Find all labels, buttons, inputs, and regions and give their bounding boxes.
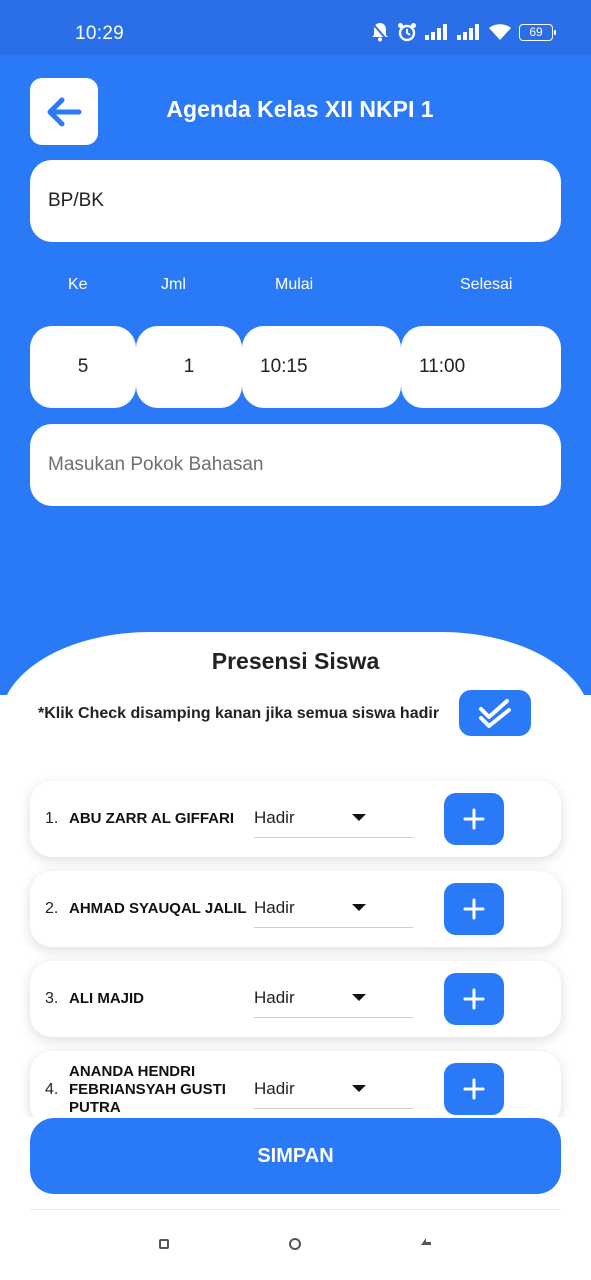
status-dropdown[interactable]: Hadir <box>254 980 413 1018</box>
chevron-down-icon <box>352 994 366 1001</box>
jml-field[interactable]: 1 <box>136 326 242 408</box>
navigation-bar <box>0 1222 591 1266</box>
back-button[interactable] <box>30 78 98 145</box>
student-row: 2. AHMAD SYAUQAL JALIL Hadir <box>30 871 561 947</box>
student-number: 2. <box>45 900 59 917</box>
start-time-value: 10:15 <box>260 356 308 377</box>
attendance-hint: *Klik Check disamping kanan jika semua s… <box>38 705 440 722</box>
plus-icon <box>463 808 485 830</box>
student-list[interactable]: 1. ABU ZARR AL GIFFARI Hadir 2. AHMAD SY… <box>0 770 591 1117</box>
chevron-down-icon <box>352 814 366 821</box>
status-dropdown[interactable]: Hadir <box>254 800 413 838</box>
student-name: ALI MAJID <box>69 990 144 1007</box>
end-time-value: 11:00 <box>419 356 466 377</box>
battery-icon: 69 <box>519 23 556 41</box>
student-number: 1. <box>45 810 59 827</box>
student-name: AHMAD SYAUQAL JALIL <box>69 900 247 917</box>
nav-divider <box>30 1209 561 1210</box>
chevron-down-icon <box>352 904 366 911</box>
status-value: Hadir <box>254 988 295 1007</box>
double-check-icon <box>479 699 511 728</box>
check-all-button[interactable] <box>459 690 531 736</box>
jml-value: 1 <box>183 356 195 377</box>
status-bar: 10:29 69 <box>0 0 591 55</box>
topic-field[interactable] <box>30 424 561 506</box>
wifi-icon <box>489 23 511 40</box>
recents-icon[interactable] <box>159 1239 169 1249</box>
ke-field[interactable]: 5 <box>30 326 136 408</box>
home-icon[interactable] <box>289 1238 301 1250</box>
status-value: Hadir <box>254 898 295 917</box>
save-button[interactable]: SIMPAN <box>30 1118 561 1194</box>
page-title: Agenda Kelas XII NKPI 1 <box>166 96 434 122</box>
plus-icon <box>463 898 485 920</box>
student-row: 4. ANANDA HENDRI FEBRIANSYAH GUSTI PUTRA… <box>30 1051 561 1117</box>
student-number: 4. <box>45 1081 59 1098</box>
back-nav-icon[interactable] <box>420 1236 432 1248</box>
status-value: Hadir <box>254 808 295 827</box>
attendance-title: Presensi Siswa <box>211 648 380 674</box>
signal-icon <box>425 24 447 40</box>
end-time-field[interactable]: 11:00 <box>401 326 561 408</box>
status-value: Hadir <box>254 1079 295 1098</box>
bell-off-icon <box>372 23 388 42</box>
status-dropdown[interactable]: Hadir <box>254 890 413 928</box>
ke-value: 5 <box>77 356 89 377</box>
plus-icon <box>463 988 485 1010</box>
topic-input[interactable] <box>48 454 561 476</box>
chevron-down-icon <box>352 1085 366 1092</box>
add-note-button[interactable] <box>444 793 504 845</box>
status-time: 10:29 <box>75 23 125 44</box>
student-row: 1. ABU ZARR AL GIFFARI Hadir <box>30 781 561 857</box>
status-icons: 69 <box>371 22 556 42</box>
start-time-field[interactable]: 10:15 <box>242 326 401 408</box>
student-name: ABU ZARR AL GIFFARI <box>69 810 234 827</box>
arrow-left-icon <box>47 97 82 126</box>
status-dropdown[interactable]: Hadir <box>254 1071 413 1109</box>
student-number: 3. <box>45 990 59 1007</box>
label-mulai: Mulai <box>275 276 314 293</box>
add-note-button[interactable] <box>444 973 504 1025</box>
plus-icon <box>463 1078 485 1100</box>
label-selesai: Selesai <box>460 276 513 293</box>
alarm-icon <box>398 23 416 42</box>
student-name: ANANDA HENDRI FEBRIANSYAH GUSTI PUTRA <box>69 1063 226 1116</box>
label-ke: Ke <box>68 276 88 293</box>
add-note-button[interactable] <box>444 1063 504 1115</box>
add-note-button[interactable] <box>444 883 504 935</box>
label-jml: Jml <box>161 276 186 293</box>
subject-value: BP/BK <box>48 190 104 211</box>
student-row: 3. ALI MAJID Hadir <box>30 961 561 1037</box>
signal-icon-2 <box>457 24 479 40</box>
subject-field[interactable]: BP/BK <box>30 160 561 242</box>
